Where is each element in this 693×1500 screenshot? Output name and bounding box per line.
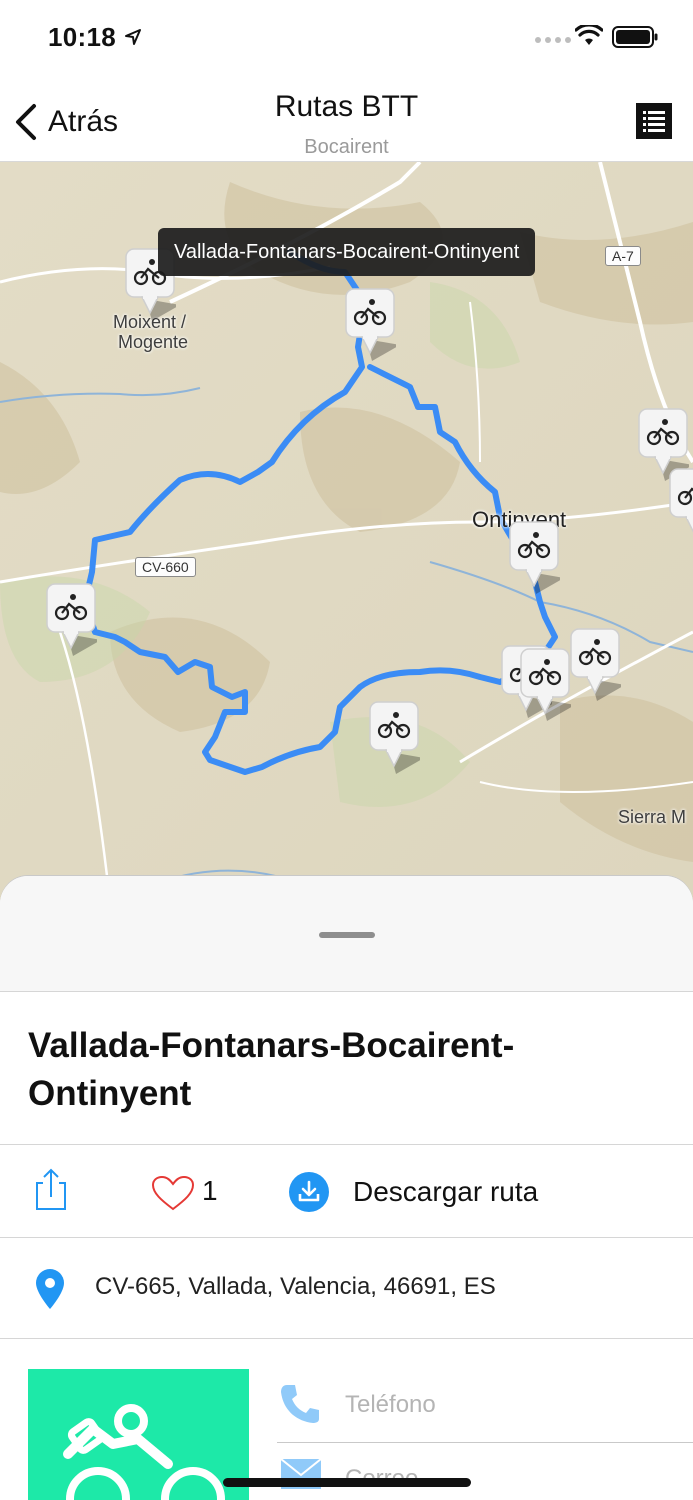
list-view-button[interactable] — [636, 103, 672, 139]
route-thumbnail — [28, 1369, 249, 1500]
cellular-signal-icon — [535, 37, 571, 43]
bike-pin[interactable] — [508, 520, 560, 594]
download-route-button[interactable]: Descargar ruta — [353, 1176, 538, 1208]
route-map[interactable]: Moixent / Mogente Ontinyent Sierra M A-7… — [0, 162, 693, 902]
bicycle-icon — [520, 648, 571, 721]
actions-row: 1 Descargar ruta — [0, 1145, 693, 1238]
road-badge-a7: A-7 — [605, 246, 641, 266]
home-indicator[interactable] — [223, 1478, 471, 1487]
heart-icon[interactable] — [151, 1175, 195, 1211]
page-subtitle: Bocairent — [304, 136, 389, 158]
bike-pin[interactable] — [368, 700, 420, 774]
bicycle-icon — [509, 521, 560, 594]
battery-icon — [612, 26, 658, 48]
route-detail-sheet: Vallada-Fontanars-Bocairent-Ontinyent 1 … — [0, 876, 693, 1500]
road-badge-cv660: CV-660 — [135, 557, 196, 577]
bicycle-icon — [369, 701, 420, 774]
route-title: Vallada-Fontanars-Bocairent-Ontinyent — [0, 992, 693, 1145]
bike-pin[interactable] — [668, 467, 693, 541]
phone-placeholder: Teléfono — [345, 1391, 436, 1418]
sheet-header[interactable] — [0, 876, 693, 992]
bicycle-icon — [345, 288, 396, 361]
bike-pin[interactable] — [569, 627, 621, 701]
status-time: 10:18 — [48, 22, 116, 52]
download-icon[interactable] — [289, 1172, 329, 1212]
wifi-icon — [575, 25, 603, 45]
place-label-mogente: Mogente — [118, 332, 189, 352]
bicycle-icon — [570, 628, 621, 701]
page-title: Rutas BTT — [274, 90, 419, 123]
bike-pin[interactable] — [45, 582, 97, 656]
drag-handle[interactable] — [319, 932, 375, 938]
map-pin-icon — [36, 1269, 64, 1309]
email-field[interactable]: Correo — [277, 1443, 693, 1500]
route-tooltip[interactable]: Vallada-Fontanars-Bocairent-Ontinyent — [158, 228, 536, 276]
share-icon[interactable] — [34, 1167, 68, 1211]
place-label-sierra: Sierra M — [618, 807, 687, 827]
status-bar: 10:18 — [0, 0, 693, 78]
cyclist-icon — [63, 1404, 225, 1500]
bike-pin[interactable] — [519, 647, 571, 721]
location-arrow-icon — [125, 29, 141, 45]
phone-field[interactable]: Teléfono — [277, 1369, 693, 1443]
navigation-bar: Atrás Rutas BTT Bocairent — [0, 78, 693, 162]
bicycle-icon — [46, 583, 97, 656]
contact-row: Teléfono Correo — [0, 1339, 693, 1500]
bicycle-icon — [669, 468, 693, 533]
like-count: 1 — [202, 1175, 218, 1206]
address-row[interactable]: CV-665, Vallada, Valencia, 46691, ES — [0, 1238, 693, 1339]
bike-pin-selected[interactable] — [344, 287, 396, 361]
phone-icon — [281, 1385, 319, 1423]
address-text: CV-665, Vallada, Valencia, 46691, ES — [95, 1273, 496, 1300]
